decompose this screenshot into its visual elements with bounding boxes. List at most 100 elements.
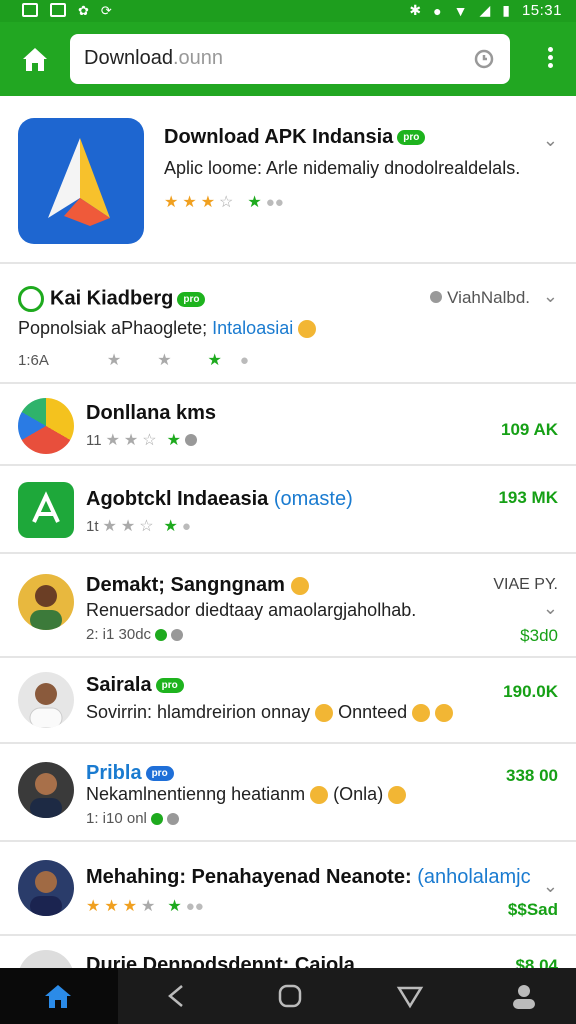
address-bar[interactable]: Download.ounn [70, 34, 510, 84]
item-title: Mehahing: Penahayenad Neanote: [86, 866, 412, 888]
leaf-icon: ✿ [78, 3, 89, 18]
item-price: $3d0 [520, 626, 558, 645]
avatar [18, 950, 74, 968]
bluetooth-icon: ✱ [409, 2, 422, 18]
app-logo-icon [18, 398, 74, 454]
item-price: $8 04 [515, 956, 558, 968]
item-desc-text-2: (Onla) [333, 784, 384, 804]
home-icon [45, 985, 71, 1008]
item-title: Kai Kiadberg [50, 287, 174, 310]
address-text[interactable]: Download.ounn [84, 47, 223, 70]
item-price: 109 AK [500, 420, 558, 439]
status-bar: ✿ ⟳ ✱ ● ▼ ◢ ▮ 15:31 [0, 0, 576, 22]
notification-icon [22, 3, 38, 17]
home-button[interactable] [18, 42, 52, 76]
item-link[interactable]: (omaste) [274, 488, 353, 510]
reload-icon[interactable] [472, 47, 496, 71]
emoji-icon [290, 576, 309, 595]
item-meta-text: 1t [86, 517, 99, 535]
item-meta-text: 2: i1 30dc [86, 626, 152, 643]
emoji-icon [310, 786, 329, 805]
alarm-icon: ● [433, 2, 442, 19]
item-meta: 1t ★ ★ ☆ ★ ● [86, 517, 191, 536]
emoji-icon [315, 704, 334, 723]
item-title-row: Pribla pro [86, 762, 174, 785]
item-title: Sairala [86, 674, 152, 696]
item-description: Sovirrin: hlamdreirion onnay Onnteed [86, 702, 454, 723]
list-item[interactable]: Mehahing: Penahayenad Neanote: (anholala… [0, 842, 576, 936]
item-right-label: VIAE PY. [493, 576, 558, 593]
sync-icon: ⟳ [100, 3, 112, 18]
item-meta-text: 11 [86, 431, 102, 449]
emoji-icon [388, 786, 407, 805]
home-circle-icon[interactable] [274, 980, 306, 1012]
back-icon[interactable] [160, 980, 192, 1012]
item-desc-link[interactable]: Intaloasiai [212, 318, 293, 338]
item-title: Demakt; Sangngnam [86, 574, 285, 596]
item-price: 190.0K [503, 682, 558, 701]
item-desc-text-2: Onnteed [338, 702, 408, 722]
item-title-row: Sairala pro [86, 674, 184, 697]
item-title-row: Demakt; Sangngnam [86, 574, 309, 597]
avatar [18, 574, 74, 630]
status-icon [430, 291, 443, 303]
list-item[interactable]: Pribla pro 338 00 Nekamlnentienng heatian… [0, 744, 576, 842]
profile-icon[interactable] [508, 980, 540, 1012]
item-meta: 1: i10 onl [86, 810, 179, 827]
chevron-down-icon[interactable]: ⌄ [543, 876, 558, 897]
list-item[interactable]: Durie Denpodsdennt: Caiola $8 04 [0, 936, 576, 968]
pro-badge: pro [397, 130, 426, 146]
url-value: Download [84, 47, 173, 69]
list-item[interactable]: Sairala pro Sovirrin: hlamdreirion onnay … [0, 658, 576, 744]
battery-icon: ▮ [502, 2, 510, 18]
item-meta-text: 1: i10 onl [86, 810, 147, 827]
item-price: $$Sad [507, 900, 558, 919]
item-title-row: Mehahing: Penahayenad Neanote: (anholala… [86, 866, 531, 889]
list-item[interactable]: Agobtckl Indaeasia (omaste) 1t ★ ★ ☆ ★ ● 193 … [0, 466, 576, 554]
item-meta-text: 1:6A [18, 351, 49, 369]
chevron-down-icon[interactable]: ⌄ [543, 286, 558, 307]
item-description: Nekamlnentienng heatianm (Onla) [86, 784, 407, 805]
item-title[interactable]: Pribla [86, 762, 142, 784]
item-meta: 1:6A ★ ★ ★ ● [18, 351, 249, 370]
list-item[interactable]: Demakt; Sangngnam VIAE PY. Renuersador d… [0, 554, 576, 658]
profile-icon [18, 286, 44, 312]
app-logo-icon [18, 482, 74, 538]
list-item[interactable]: Donllana kms 11 ★ ★ ☆ ★ 109 AK [0, 384, 576, 466]
item-status: ViahNalbd. [430, 288, 530, 308]
list-item[interactable]: Kai Kiadberg pro ViahNalbd. ⌄ Popnolsiak … [0, 264, 576, 384]
browser-toolbar: Download.ounn [0, 22, 576, 96]
item-title: Durie Denpodsdennt: Caiola [86, 954, 355, 968]
item-description: Renuersador diedtaay amaolargjaholhab. [86, 600, 417, 620]
overflow-menu-button[interactable] [544, 44, 556, 74]
pro-badge: pro [155, 678, 184, 694]
item-title: Donllana kms [86, 402, 217, 424]
item-status-text: ViahNalbd. [447, 288, 530, 307]
item-price: 193 MK [498, 488, 558, 507]
app-logo-icon [18, 118, 144, 244]
nav-home-tab[interactable] [0, 968, 118, 1024]
clock: 15:31 [521, 2, 562, 19]
bottom-navigation [0, 968, 576, 1024]
item-price: 338 00 [506, 766, 558, 785]
item-link[interactable]: (anholalamjc [417, 866, 530, 888]
pro-badge: pro [177, 291, 206, 307]
home-icon [23, 48, 47, 71]
item-desc-text: Sovirrin: hlamdreirion onnay [86, 702, 311, 722]
chevron-down-icon[interactable]: ⌄ [543, 130, 558, 151]
wifi-icon: ▼ [453, 2, 468, 19]
avatar [18, 860, 74, 916]
item-title: Agobtckl Indaeasia [86, 488, 269, 510]
item-desc-text: Popnolsiak aPhaoglete; [18, 318, 213, 338]
signal-icon: ◢ [479, 2, 491, 18]
item-meta: 2: i1 30dc [86, 626, 184, 643]
featured-title-row: Download APK Indansia pro [164, 126, 426, 149]
recents-icon[interactable] [394, 980, 426, 1012]
pro-badge: pro [145, 766, 174, 782]
featured-app-card[interactable]: Download APK Indansia pro ⌄ Aplic loome: … [0, 96, 576, 264]
avatar [18, 762, 74, 818]
chevron-down-icon[interactable]: ⌄ [543, 598, 558, 619]
item-title-row: Kai Kiadberg pro [18, 286, 206, 312]
item-meta: 11 ★ ★ ☆ ★ [86, 430, 197, 450]
url-placeholder: .ounn [172, 47, 224, 69]
